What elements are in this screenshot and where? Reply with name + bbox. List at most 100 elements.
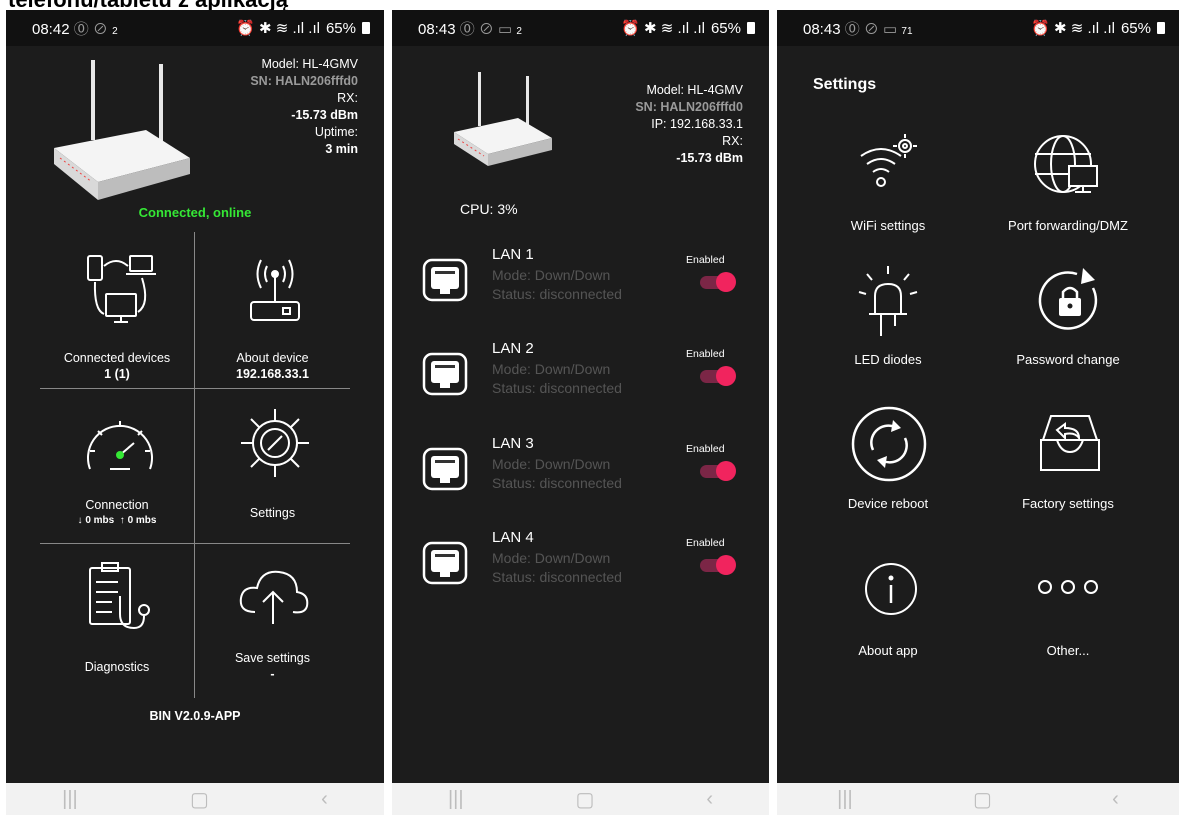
ethernet-port-icon: [422, 352, 468, 396]
lan-toggle-label: Enabled: [686, 348, 725, 360]
download-icon: ↓: [77, 515, 83, 526]
status-net-speed: 71: [901, 25, 913, 37]
factory-settings-item[interactable]: Factory settings: [973, 400, 1163, 525]
connection-tile[interactable]: Connection ↓ 0 mbs ↑ 0 mbs: [40, 389, 194, 543]
system-nav-bar: ||| ▢ ‹: [392, 783, 769, 815]
ethernet-port-icon: [422, 447, 468, 491]
lan-name: LAN 4: [492, 529, 534, 546]
battery-percent: 65%: [1120, 19, 1151, 37]
home-button[interactable]: ▢: [576, 787, 595, 812]
model-text: Model: HL-4GMV: [646, 83, 743, 97]
globe-monitor-icon: [1034, 135, 1098, 193]
recent-apps-button[interactable]: |||: [62, 788, 78, 811]
save-settings-tile[interactable]: Save settings -: [195, 544, 350, 698]
connected-devices-label: Connected devices: [63, 351, 171, 365]
password-change-item[interactable]: Password change: [973, 260, 1163, 380]
lan-enable-toggle[interactable]: [700, 555, 736, 575]
status-time: 08:42: [32, 20, 70, 38]
status-bar: 08:43 ⓪ ⊘ ▭ 2 ⏰ ✱ ≋ .ıl .ıl 65%: [392, 10, 769, 46]
speedometer-icon: [87, 421, 153, 470]
page-title: Settings: [813, 76, 877, 93]
lan-name: LAN 3: [492, 435, 534, 452]
battery-icon: [1157, 22, 1165, 34]
cpu-usage: CPU: 3%: [460, 201, 518, 217]
lan-port-row: LAN 1 Mode: Down/Down Status: disconnected…: [392, 242, 769, 322]
lan-toggle-label: Enabled: [686, 443, 725, 455]
about-app-item[interactable]: About app: [793, 555, 983, 675]
lan-name: LAN 1: [492, 246, 534, 263]
save-settings-value: -: [270, 667, 275, 681]
lan-status: Status: disconnected: [492, 569, 622, 585]
ethernet-port-icon: [422, 541, 468, 585]
system-nav-bar: ||| ▢ ‹: [6, 783, 384, 815]
model-text: Model: HL-4GMV: [261, 57, 358, 71]
other-label: Other...: [1046, 643, 1090, 658]
lan-enable-toggle[interactable]: [700, 366, 736, 386]
lan-status: Status: disconnected: [492, 475, 622, 491]
device-reboot-label: Device reboot: [847, 496, 929, 511]
ethernet-port-icon: [422, 258, 468, 302]
recent-apps-button[interactable]: |||: [837, 788, 853, 811]
signal-icon: ⏰ ✱ ≋ .ıl .ıl: [236, 20, 320, 37]
rx-value: -15.73 dBm: [676, 151, 743, 165]
router-image: [54, 60, 190, 200]
info-icon: [865, 563, 917, 615]
settings-tile[interactable]: Settings: [195, 389, 350, 543]
led-diodes-item[interactable]: LED diodes: [793, 260, 983, 380]
back-button[interactable]: ‹: [706, 788, 713, 811]
devices-icon: [87, 255, 156, 323]
device-info: Model: HL-4GMV SN: HALN206fffd0 IP: 192.…: [563, 82, 743, 167]
rx-label: RX:: [722, 134, 743, 148]
lan-name: LAN 2: [492, 340, 534, 357]
lan-port-row: LAN 3 Mode: Down/Down Status: disconnected…: [392, 431, 769, 511]
upload-speed: 0 mbs: [127, 515, 157, 526]
upload-icon: ↑: [119, 515, 125, 526]
port-forwarding-label: Port forwarding/DMZ: [1008, 218, 1128, 233]
battery-percent: 65%: [325, 19, 356, 37]
lan-enable-toggle[interactable]: [700, 272, 736, 292]
about-device-tile[interactable]: About device 192.168.33.1: [195, 232, 350, 388]
back-button[interactable]: ‹: [1112, 788, 1119, 811]
diagnostics-label: Diagnostics: [84, 660, 150, 674]
tray-restore-icon: [1040, 415, 1100, 471]
home-button[interactable]: ▢: [973, 787, 992, 812]
home-button[interactable]: ▢: [190, 787, 209, 812]
lan-status: Status: disconnected: [492, 286, 622, 302]
status-bar: 08:42 ⓪ ⊘ 2 ⏰ ✱ ≋ .ıl .ıl 65%: [6, 10, 384, 46]
diagnostics-tile[interactable]: Diagnostics: [40, 544, 194, 698]
ip-text: IP: 192.168.33.1: [651, 117, 743, 131]
uptime-value: 3 min: [325, 142, 358, 156]
wifi-settings-item[interactable]: WiFi settings: [793, 122, 983, 242]
signal-icon: ⏰ ✱ ≋ .ıl .ıl: [1031, 20, 1115, 37]
save-settings-label: Save settings: [234, 651, 311, 665]
connection-status: Connected, online: [138, 205, 252, 220]
status-time: 08:43: [418, 20, 456, 38]
wifi-gear-icon: [860, 134, 917, 187]
rx-label: RX:: [337, 91, 358, 105]
battery-icon: [747, 22, 755, 34]
settings-screen: 08:43 ⓪ ⊘ ▭ 71 ⏰ ✱ ≋ .ıl .ıl 65% Settings…: [777, 10, 1179, 815]
led-icon: [858, 266, 918, 336]
back-button[interactable]: ‹: [321, 788, 328, 811]
more-icon: [1038, 580, 1098, 594]
settings-label: Settings: [249, 506, 296, 520]
other-item[interactable]: Other...: [973, 555, 1163, 675]
password-change-label: Password change: [1016, 352, 1120, 367]
device-info: Model: HL-4GMV SN: HALN206fffd0 RX: -15.…: [198, 56, 358, 158]
device-reboot-item[interactable]: Device reboot: [793, 400, 983, 525]
lan-toggle-label: Enabled: [686, 537, 725, 549]
recent-apps-button[interactable]: |||: [448, 788, 464, 811]
serial-text: SN: HALN206fffd0: [250, 74, 358, 88]
gear-wrench-icon: [241, 409, 309, 477]
signal-icon: ⏰ ✱ ≋ .ıl .ıl: [621, 20, 705, 37]
about-app-label: About app: [858, 643, 918, 658]
battery-icon: [362, 22, 370, 34]
version-text: BIN V2.0.9-APP: [149, 709, 241, 723]
lan-status: Status: disconnected: [492, 380, 622, 396]
uptime-label: Uptime:: [314, 125, 358, 139]
lan-enable-toggle[interactable]: [700, 461, 736, 481]
connected-devices-tile[interactable]: Connected devices 1 (1): [40, 232, 194, 388]
status-net-speed: 2: [516, 25, 522, 37]
router-antenna-icon: [250, 259, 300, 321]
port-forwarding-item[interactable]: Port forwarding/DMZ: [973, 122, 1163, 242]
